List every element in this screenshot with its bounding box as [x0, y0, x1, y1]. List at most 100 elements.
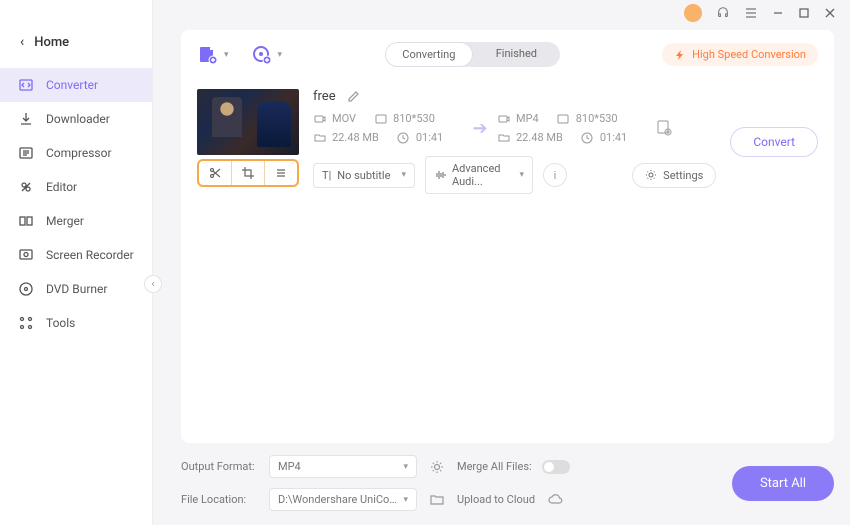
file-location-select[interactable]: D:\Wondershare UniConverter 1 ▾ — [269, 488, 417, 511]
headset-icon[interactable] — [716, 6, 730, 20]
output-format-select[interactable]: MP4 ▾ — [269, 455, 417, 478]
file-location-label: File Location: — [181, 493, 259, 506]
output-config-button[interactable] — [427, 457, 447, 477]
sidebar-item-converter[interactable]: Converter — [0, 68, 152, 102]
settings-label: Settings — [663, 169, 703, 182]
crop-icon — [241, 166, 255, 180]
start-all-button[interactable]: Start All — [732, 466, 834, 501]
audio-value: Advanced Audi... — [452, 162, 513, 188]
subtitle-value: No subtitle — [337, 169, 390, 182]
sidebar-item-label: DVD Burner — [46, 282, 107, 296]
upload-cloud-label: Upload to Cloud — [457, 493, 535, 506]
task-info: free MOV 810*530 22.48 MB 01:41 — [313, 89, 716, 194]
clock-icon — [397, 131, 410, 144]
sidebar: ‹ Home Converter Downloader Compressor E… — [0, 0, 153, 525]
target-size: 22.48 MB — [516, 131, 563, 144]
target-duration: 01:41 — [600, 131, 627, 144]
sidebar-item-screenrecorder[interactable]: Screen Recorder — [0, 238, 152, 272]
sidebar-item-compressor[interactable]: Compressor — [0, 136, 152, 170]
target-format: MP4 — [516, 112, 539, 125]
user-avatar[interactable] — [684, 4, 702, 22]
task-title: free — [313, 89, 336, 104]
sidebar-item-editor[interactable]: Editor — [0, 170, 152, 204]
titlebar — [153, 0, 850, 26]
disc-plus-icon — [251, 45, 273, 65]
home-button[interactable]: ‹ Home — [0, 24, 152, 68]
upload-cloud-button[interactable] — [545, 490, 565, 510]
chevron-left-icon: ‹ — [20, 34, 24, 50]
file-location-value: D:\Wondershare UniConverter 1 — [278, 493, 398, 506]
task-settings-button[interactable]: Settings — [632, 163, 716, 188]
sidebar-item-label: Converter — [46, 78, 98, 92]
edit-title-button[interactable] — [346, 90, 360, 104]
scissors-icon — [208, 166, 222, 180]
chevron-down-icon: ▾ — [403, 495, 408, 505]
source-size: 22.48 MB — [332, 131, 379, 144]
merger-icon — [18, 213, 34, 229]
audio-select[interactable]: Advanced Audi... ▾ — [425, 156, 533, 194]
gear-icon — [645, 169, 657, 181]
convert-button[interactable]: Convert — [730, 127, 818, 157]
convert-tabs: Converting Finished — [385, 42, 560, 67]
more-edit-button[interactable] — [264, 161, 297, 185]
video-thumbnail[interactable] — [197, 89, 299, 155]
target-resolution: 810*530 — [576, 112, 618, 125]
output-format-label: Output Format: — [181, 460, 259, 473]
video-icon — [313, 112, 326, 125]
open-folder-button[interactable] — [427, 490, 447, 510]
info-button[interactable]: i — [543, 163, 567, 187]
tab-converting[interactable]: Converting — [385, 42, 474, 67]
tab-finished[interactable]: Finished — [473, 42, 560, 67]
sidebar-item-label: Editor — [46, 180, 77, 194]
menu-icon[interactable] — [744, 6, 758, 20]
chevron-down-icon: ▾ — [224, 50, 229, 60]
source-format: MOV — [332, 112, 356, 125]
clock-icon — [581, 131, 594, 144]
close-button[interactable] — [824, 7, 836, 19]
source-resolution: 810*530 — [393, 112, 435, 125]
merge-label: Merge All Files: — [457, 460, 532, 473]
task-row: free MOV 810*530 22.48 MB 01:41 — [197, 89, 818, 194]
sidebar-collapse-toggle[interactable]: ‹ — [144, 275, 162, 293]
chevron-down-icon: ▾ — [401, 170, 406, 180]
screenrec-icon — [18, 247, 34, 263]
sidebar-item-merger[interactable]: Merger — [0, 204, 152, 238]
chevron-down-icon: ▾ — [403, 462, 408, 472]
info-icon: i — [554, 169, 557, 182]
file-gear-icon — [655, 119, 673, 137]
merge-toggle[interactable] — [542, 460, 570, 474]
sidebar-item-downloader[interactable]: Downloader — [0, 102, 152, 136]
file-plus-icon — [197, 45, 219, 65]
subtitle-select[interactable]: T| No subtitle ▾ — [313, 163, 415, 188]
minimize-button[interactable] — [772, 7, 784, 19]
sidebar-item-label: Screen Recorder — [46, 248, 134, 262]
sidebar-item-label: Merger — [46, 214, 84, 228]
downloader-icon — [18, 111, 34, 127]
trim-button[interactable] — [199, 161, 231, 185]
dvd-icon — [18, 281, 34, 297]
add-file-button[interactable]: ▾ — [197, 45, 229, 65]
subtitle-icon: T| — [322, 169, 331, 182]
gear-icon — [429, 459, 445, 475]
sidebar-item-dvdburner[interactable]: DVD Burner — [0, 272, 152, 306]
task-controls: T| No subtitle ▾ Advanced Audi... ▾ i — [313, 156, 716, 194]
target-specs: MP4 810*530 22.48 MB 01:41 — [497, 112, 647, 144]
folder-icon — [313, 131, 326, 144]
crop-button[interactable] — [231, 161, 264, 185]
pencil-icon — [346, 90, 360, 104]
editor-icon — [18, 179, 34, 195]
output-settings-button[interactable] — [655, 119, 677, 137]
add-dvd-button[interactable]: ▾ — [251, 45, 283, 65]
sidebar-item-label: Tools — [46, 316, 75, 330]
sidebar-item-tools[interactable]: Tools — [0, 306, 152, 340]
source-specs: MOV 810*530 22.48 MB 01:41 — [313, 112, 463, 144]
chevron-down-icon: ▾ — [278, 50, 283, 60]
chevron-down-icon: ▾ — [519, 170, 524, 180]
folder-icon — [497, 131, 510, 144]
output-format-value: MP4 — [278, 460, 301, 473]
arrow-right-icon: ➔ — [467, 118, 493, 139]
resolution-icon — [374, 112, 387, 125]
speed-label: High Speed Conversion — [692, 48, 806, 61]
maximize-button[interactable] — [798, 7, 810, 19]
high-speed-toggle[interactable]: High Speed Conversion — [662, 43, 818, 66]
